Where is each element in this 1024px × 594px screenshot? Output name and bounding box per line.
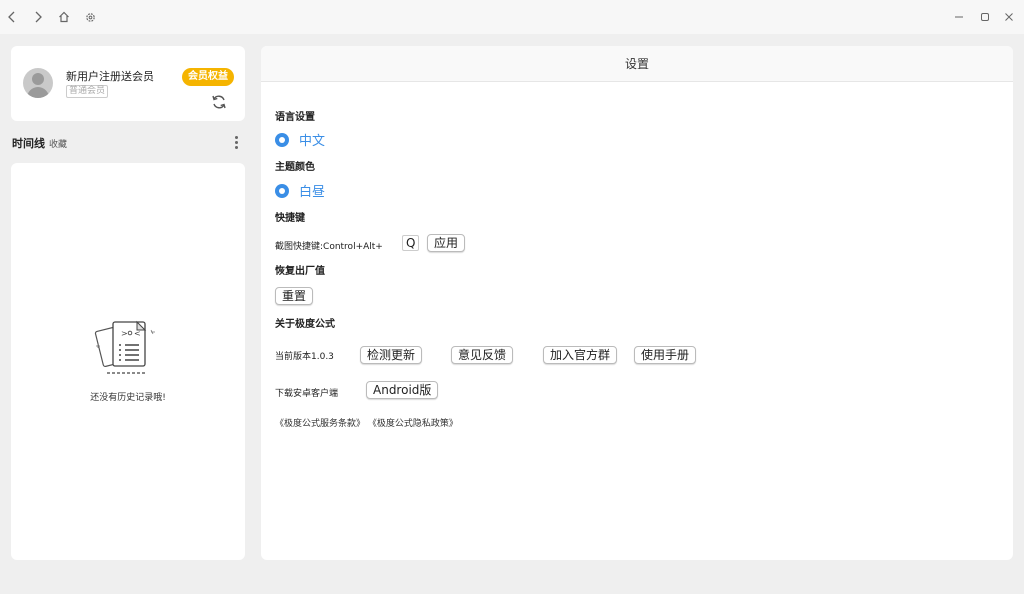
language-section-title: 语言设置 (275, 112, 315, 123)
version-label: 当前版本1.0.3 (275, 352, 334, 362)
member-level-badge: 普通会员 (66, 85, 109, 98)
title-bar (0, 0, 1024, 34)
privacy-link[interactable]: 《极度公式隐私政策》 (368, 419, 458, 429)
refresh-icon[interactable] (210, 93, 228, 111)
user-manual-button[interactable]: 使用手册 (634, 346, 697, 364)
reset-section-title: 恢复出厂值 (275, 266, 325, 277)
theme-option-day[interactable]: 白昼 (275, 181, 325, 200)
join-group-button[interactable]: 加入官方群 (543, 346, 618, 364)
language-option-chinese[interactable]: 中文 (275, 130, 325, 149)
gear-icon[interactable] (79, 6, 101, 28)
home-icon[interactable] (53, 6, 75, 28)
check-update-button[interactable]: 检测更新 (360, 346, 423, 364)
reset-button[interactable]: 重置 (275, 287, 314, 305)
radio-selected-icon[interactable] (275, 183, 289, 198)
theme-option-label: 白昼 (299, 185, 326, 200)
chevron-right-icon[interactable] (27, 6, 49, 28)
android-download-button[interactable]: Android版 (366, 381, 439, 399)
close-icon[interactable] (998, 6, 1020, 28)
settings-title: 设置 (261, 46, 1013, 82)
maximize-icon[interactable] (974, 6, 996, 28)
language-option-label: 中文 (299, 134, 326, 149)
user-card: 新用户注册送会员 普通会员 会员权益 (11, 46, 245, 121)
chevron-left-icon[interactable] (1, 6, 23, 28)
more-vertical-icon[interactable] (230, 134, 242, 150)
shortcut-key-input[interactable]: Q (402, 235, 420, 251)
android-download-label: 下载安卓客户端 (275, 389, 339, 399)
radio-selected-icon[interactable] (275, 132, 289, 147)
minimize-icon[interactable] (948, 6, 970, 28)
screenshot-shortcut-label: 截图快捷键:Control+Alt+ (275, 242, 383, 252)
shortcut-section-title: 快捷键 (275, 213, 305, 224)
vip-benefits-button[interactable]: 会员权益 (182, 68, 234, 86)
timeline-header: 时间线 收藏 (12, 134, 244, 152)
terms-link[interactable]: 《极度公式服务条款》 (275, 419, 365, 429)
tab-favorites[interactable]: 收藏 (49, 137, 67, 150)
svg-text:>: > (121, 329, 128, 338)
empty-history-text: 还没有历史记录哦! (90, 393, 166, 403)
avatar[interactable] (23, 68, 53, 98)
empty-history-illustration: > < (91, 318, 163, 384)
user-name[interactable]: 新用户注册送会员 (66, 68, 154, 84)
about-section-title: 关于极度公式 (275, 319, 335, 330)
tab-timeline[interactable]: 时间线 (12, 135, 45, 151)
feedback-button[interactable]: 意见反馈 (451, 346, 514, 364)
theme-section-title: 主题颜色 (275, 162, 315, 173)
apply-shortcut-button[interactable]: 应用 (427, 234, 466, 252)
policy-links: 《极度公式服务条款》 《极度公式隐私政策》 (275, 416, 458, 429)
settings-panel: 设置 语言设置 中文 主题颜色 白昼 快捷键 截图快捷键:Control+Alt… (261, 46, 1013, 560)
svg-text:<: < (134, 329, 141, 338)
timeline-panel: > < 还没有历史记录哦! (11, 163, 245, 560)
